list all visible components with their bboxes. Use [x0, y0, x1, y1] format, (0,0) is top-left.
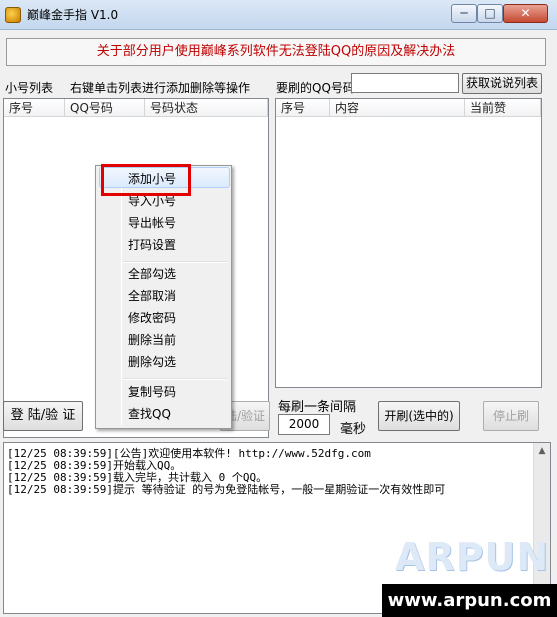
log-line: [12/25 08:39:59]提示 等待验证 的号为免登陆帐号，一般一星期验证…	[7, 483, 446, 496]
interval-unit: 毫秒	[340, 422, 367, 437]
notice-link[interactable]: 关于部分用户使用巅峰系列软件无法登陆QQ的原因及解决办法	[6, 38, 546, 66]
column-header-likes[interactable]: 当前赞	[465, 99, 541, 117]
column-header-content[interactable]: 内容	[330, 99, 465, 117]
posts-list[interactable]: 序号 内容 当前赞	[275, 98, 542, 388]
scroll-up-icon[interactable]: ▲	[534, 443, 550, 459]
interval-label: 每刷一条间隔	[278, 400, 357, 415]
menu-item-find-qq[interactable]: 查找QQ	[128, 404, 171, 424]
fetch-posts-button[interactable]: 获取说说列表	[462, 73, 542, 94]
menu-item-copy-number[interactable]: 复制号码	[128, 382, 176, 402]
target-qq-input[interactable]	[351, 73, 459, 93]
login-verify-button[interactable]: 登 陆/验 证	[3, 401, 83, 431]
window-title: 巅峰金手指 V1.0	[27, 8, 119, 22]
watermark-logo: ARPUN	[395, 535, 550, 579]
menu-separator	[123, 261, 227, 263]
column-header-index[interactable]: 序号	[276, 99, 330, 117]
minimize-button[interactable]: ─	[451, 4, 477, 23]
column-header-status[interactable]: 号码状态	[145, 99, 268, 117]
stop-like-button[interactable]: 停止刷	[483, 401, 539, 431]
target-qq-label: 要刷的QQ号码	[276, 81, 355, 95]
start-like-button[interactable]: 开刷(选中的)	[378, 401, 460, 431]
column-header-index[interactable]: 序号	[4, 99, 65, 117]
menu-separator	[123, 378, 227, 380]
context-menu-items: 添加小号 导入小号 导出帐号 打码设置 全部勾选 全部取消 修改密码 删除当前 …	[95, 165, 232, 429]
menu-item-change-password[interactable]: 修改密码	[128, 308, 176, 328]
menu-item-delete-current[interactable]: 删除当前	[128, 330, 176, 350]
account-list-label: 小号列表	[5, 81, 54, 95]
interval-input[interactable]: 2000	[278, 414, 330, 435]
menu-item-export-accounts[interactable]: 导出帐号	[128, 213, 176, 233]
menu-item-delete-checked[interactable]: 删除勾选	[128, 352, 176, 372]
watermark-url: www.arpun.com	[382, 584, 557, 617]
column-header-qq[interactable]: QQ号码	[65, 99, 145, 117]
close-button[interactable]: ✕	[503, 4, 548, 23]
highlight-annotation-box	[101, 164, 191, 196]
maximize-button[interactable]: □	[477, 4, 503, 23]
menu-item-captcha-settings[interactable]: 打码设置	[128, 235, 176, 255]
app-icon	[5, 7, 21, 23]
account-list-hint: 右键单击列表进行添加删除等操作	[70, 81, 251, 95]
menu-item-select-all[interactable]: 全部勾选	[128, 264, 176, 284]
menu-item-deselect-all[interactable]: 全部取消	[128, 286, 176, 306]
